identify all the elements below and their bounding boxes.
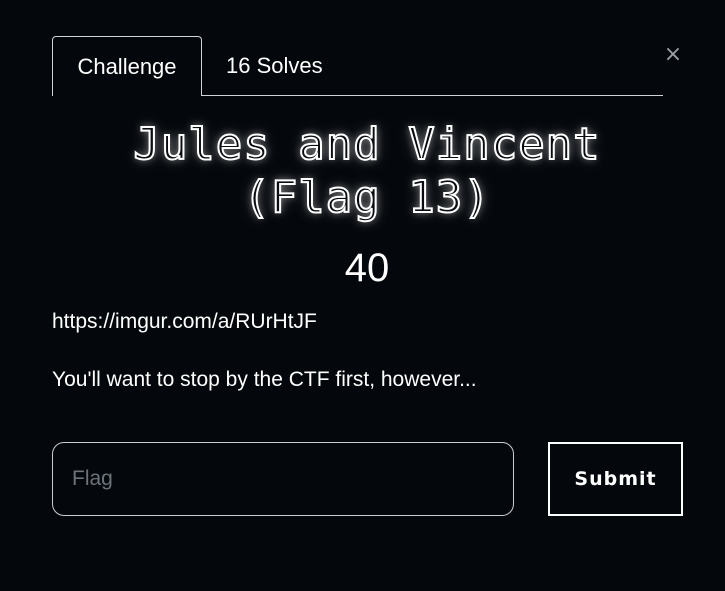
flag-input[interactable]	[52, 442, 514, 516]
challenge-tabs: Challenge 16 Solves	[52, 36, 663, 96]
submit-button[interactable]: Submit	[548, 442, 683, 516]
challenge-title-line-1: Jules and Vincent	[132, 118, 601, 171]
challenge-modal: × Challenge 16 Solves Jules and Vincent …	[0, 0, 725, 591]
tab-solves[interactable]: 16 Solves	[226, 36, 323, 96]
challenge-title: Jules and Vincent (Flag 13)	[52, 118, 682, 224]
close-icon[interactable]: ×	[662, 44, 684, 66]
tab-challenge[interactable]: Challenge	[52, 36, 202, 96]
challenge-points: 40	[344, 246, 390, 290]
description-link[interactable]: https://imgur.com/a/RUrHtJF	[52, 309, 317, 335]
description-text: You'll want to stop by the CTF first, ho…	[52, 368, 477, 391]
challenge-title-line-2: (Flag 13)	[242, 171, 491, 224]
